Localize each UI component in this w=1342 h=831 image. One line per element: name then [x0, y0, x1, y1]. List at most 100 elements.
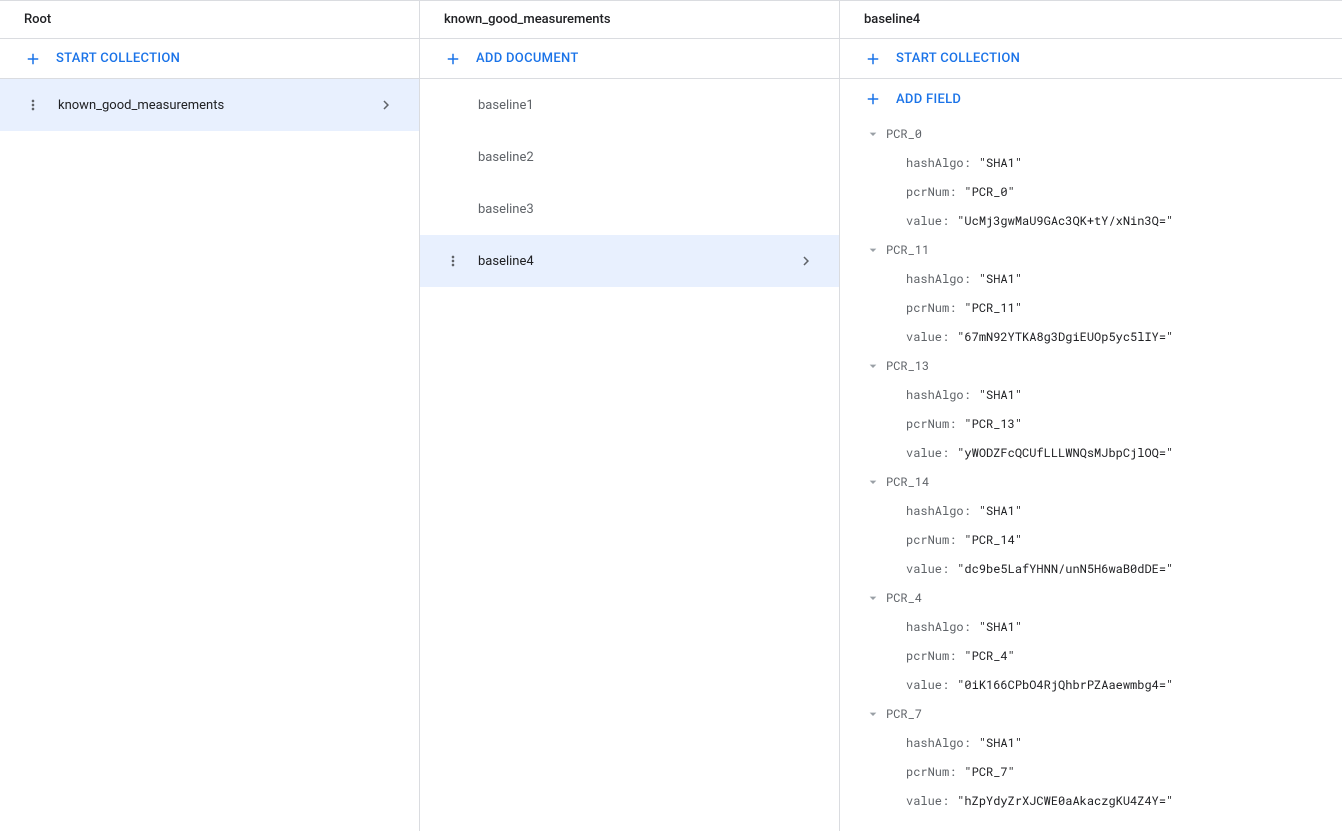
field-row[interactable]: pcrNum:"PCR_14" — [840, 525, 1342, 554]
field-key: pcrNum — [906, 764, 949, 780]
field-key: pcrNum — [906, 532, 949, 548]
field-value: "SHA1" — [979, 619, 1022, 635]
document-item-label: baseline1 — [478, 98, 815, 113]
document-item-label: baseline4 — [478, 254, 797, 269]
field-group-header[interactable]: PCR_7 — [840, 699, 1342, 728]
field-row[interactable]: hashAlgo: "SHA1" — [840, 148, 1342, 177]
field-key: pcrNum — [906, 648, 949, 664]
field-colon: : — [942, 561, 949, 577]
field-group-header[interactable]: PCR_0 — [840, 119, 1342, 148]
add-field-button[interactable]: ADD FIELD — [840, 79, 1342, 119]
field-value: "67mN92YTKA8g3DgiEUOp5yc5lIY=" — [957, 329, 1173, 345]
documents-list: baseline1 baseline2 baseline3 baseline4 — [420, 79, 839, 831]
document-item[interactable]: baseline4 — [420, 235, 839, 287]
field-group-name: PCR_0 — [886, 126, 922, 142]
field-row[interactable]: hashAlgo:"SHA1" — [840, 264, 1342, 293]
collection-panel: known_good_measurements ADD DOCUMENT bas… — [420, 1, 840, 831]
field-key: hashAlgo — [906, 735, 964, 751]
document-item-label: baseline3 — [478, 202, 815, 217]
field-value: "0iK166CPbO4RjQhbrPZAaewmbg4=" — [957, 677, 1173, 693]
field-value: "PCR_0" — [964, 184, 1014, 200]
document-title: baseline4 — [864, 12, 920, 27]
field-key: pcrNum — [906, 184, 949, 200]
plus-icon — [864, 50, 882, 68]
start-collection-button[interactable]: START COLLECTION — [840, 39, 1342, 79]
field-row[interactable]: pcrNum:"PCR_4" — [840, 641, 1342, 670]
collection-item-label: known_good_measurements — [58, 98, 377, 113]
expand-icon[interactable] — [864, 125, 882, 143]
field-key: value — [906, 329, 942, 345]
field-value: "SHA1" — [979, 503, 1022, 519]
field-row[interactable]: value:"yWODZFcQCUfLLLWNQsMJbpCjlOQ=" — [840, 438, 1342, 467]
field-value: "yWODZFcQCUfLLLWNQsMJbpCjlOQ=" — [957, 445, 1173, 461]
field-group-header[interactable]: PCR_11 — [840, 235, 1342, 264]
more-vert-icon[interactable] — [444, 252, 462, 270]
field-key: hashAlgo — [906, 387, 964, 403]
field-colon: : — [964, 387, 971, 403]
field-key: value — [906, 561, 942, 577]
document-item[interactable]: baseline1 — [420, 79, 839, 131]
field-row[interactable]: value:"dc9be5LafYHNN/unN5H6waB0dDE=" — [840, 554, 1342, 583]
expand-icon[interactable] — [864, 473, 882, 491]
document-item-label: baseline2 — [478, 150, 815, 165]
field-colon: : — [964, 735, 971, 751]
expand-icon[interactable] — [864, 589, 882, 607]
start-collection-label: START COLLECTION — [56, 51, 180, 66]
expand-icon[interactable] — [864, 241, 882, 259]
field-row[interactable]: pcrNum: "PCR_13" — [840, 409, 1342, 438]
chevron-right-icon — [797, 252, 815, 270]
plus-icon — [444, 50, 462, 68]
field-row[interactable]: value:"UcMj3gwMaU9GAc3QK+tY/xNin3Q=" — [840, 206, 1342, 235]
panel-title: known_good_measurements — [420, 1, 839, 39]
field-colon: : — [942, 329, 949, 345]
field-key: pcrNum — [906, 416, 949, 432]
field-value: "SHA1" — [979, 271, 1022, 287]
field-row[interactable]: hashAlgo:"SHA1" — [840, 612, 1342, 641]
field-row[interactable]: value:"0iK166CPbO4RjQhbrPZAaewmbg4=" — [840, 670, 1342, 699]
start-collection-label: START COLLECTION — [896, 51, 1020, 66]
field-group: PCR_11hashAlgo:"SHA1"pcrNum:"PCR_11"valu… — [840, 235, 1342, 351]
field-group-header[interactable]: PCR_14 — [840, 467, 1342, 496]
field-group-name: PCR_14 — [886, 474, 929, 490]
collection-item[interactable]: known_good_measurements — [0, 79, 419, 131]
field-key: hashAlgo — [906, 155, 964, 171]
add-document-label: ADD DOCUMENT — [476, 51, 579, 66]
document-item[interactable]: baseline2 — [420, 131, 839, 183]
plus-icon — [24, 50, 42, 68]
field-value: "PCR_14" — [964, 532, 1022, 548]
field-row[interactable]: pcrNum:"PCR_11" — [840, 293, 1342, 322]
field-group: PCR_13hashAlgo:"SHA1"pcrNum:"PCR_13"valu… — [840, 351, 1342, 467]
field-value: "PCR_11" — [964, 300, 1022, 316]
panel-title: Root — [0, 1, 419, 39]
field-colon: : — [942, 677, 949, 693]
field-row[interactable]: hashAlgo:"SHA1" — [840, 496, 1342, 525]
field-key: value — [906, 213, 942, 229]
field-row[interactable]: hashAlgo: "SHA1" — [840, 380, 1342, 409]
field-row[interactable]: pcrNum:"PCR_0" — [840, 177, 1342, 206]
field-key: hashAlgo — [906, 271, 964, 287]
field-value: "SHA1" — [979, 155, 1022, 171]
field-value: "SHA1" — [979, 387, 1022, 403]
field-key: pcrNum — [906, 300, 949, 316]
field-row[interactable]: value: "67mN92YTKA8g3DgiEUOp5yc5lIY=" — [840, 322, 1342, 351]
field-group: PCR_4hashAlgo:"SHA1"pcrNum:"PCR_4"value:… — [840, 583, 1342, 699]
add-document-button[interactable]: ADD DOCUMENT — [420, 39, 839, 79]
expand-icon[interactable] — [864, 357, 882, 375]
field-colon: : — [942, 445, 949, 461]
add-field-label: ADD FIELD — [896, 92, 961, 107]
field-group-header[interactable]: PCR_4 — [840, 583, 1342, 612]
root-panel: Root START COLLECTION known_good_measure… — [0, 1, 420, 831]
expand-icon[interactable] — [864, 705, 882, 723]
start-collection-button[interactable]: START COLLECTION — [0, 39, 419, 79]
field-value: "PCR_13" — [964, 416, 1022, 432]
field-colon: : — [949, 416, 956, 432]
field-row[interactable]: value:"hZpYdyZrXJCWE0aAkaczgKU4Z4Y=" — [840, 786, 1342, 815]
more-vert-icon[interactable] — [24, 96, 42, 114]
field-row[interactable]: hashAlgo:"SHA1" — [840, 728, 1342, 757]
collection-title: known_good_measurements — [444, 12, 611, 27]
document-item[interactable]: baseline3 — [420, 183, 839, 235]
field-colon: : — [964, 155, 971, 171]
field-row[interactable]: pcrNum:"PCR_7" — [840, 757, 1342, 786]
field-group-header[interactable]: PCR_13 — [840, 351, 1342, 380]
field-group-name: PCR_4 — [886, 590, 922, 606]
